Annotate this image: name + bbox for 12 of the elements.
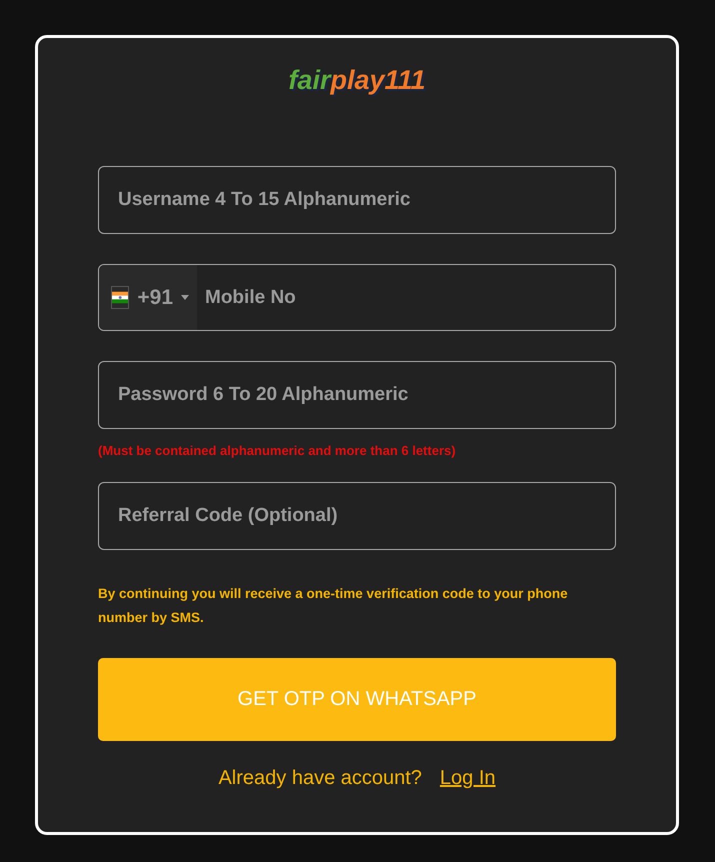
caret-icon <box>181 295 189 300</box>
country-selector[interactable]: +91 <box>99 265 197 330</box>
validation-hint: (Must be contained alphanumeric and more than 6 letters) <box>98 443 457 458</box>
input-field[interactable]: Username 4 To 15 Alphanumeric <box>98 166 616 234</box>
flag-icon <box>111 286 130 309</box>
notice-text: By continuing you will receive a one-time verification code to your phone number by SMS. <box>98 585 569 627</box>
mobile-field[interactable]: +91 Mobile No <box>98 264 616 331</box>
logo: fairplay111 <box>288 64 426 97</box>
login-prompt: Already have account? <box>218 767 422 790</box>
input-field[interactable]: Password 6 To 20 Alphanumeric <box>98 361 616 429</box>
login-link[interactable]: Log In <box>440 767 496 790</box>
input-field[interactable]: Referral Code (Optional) <box>98 482 616 550</box>
